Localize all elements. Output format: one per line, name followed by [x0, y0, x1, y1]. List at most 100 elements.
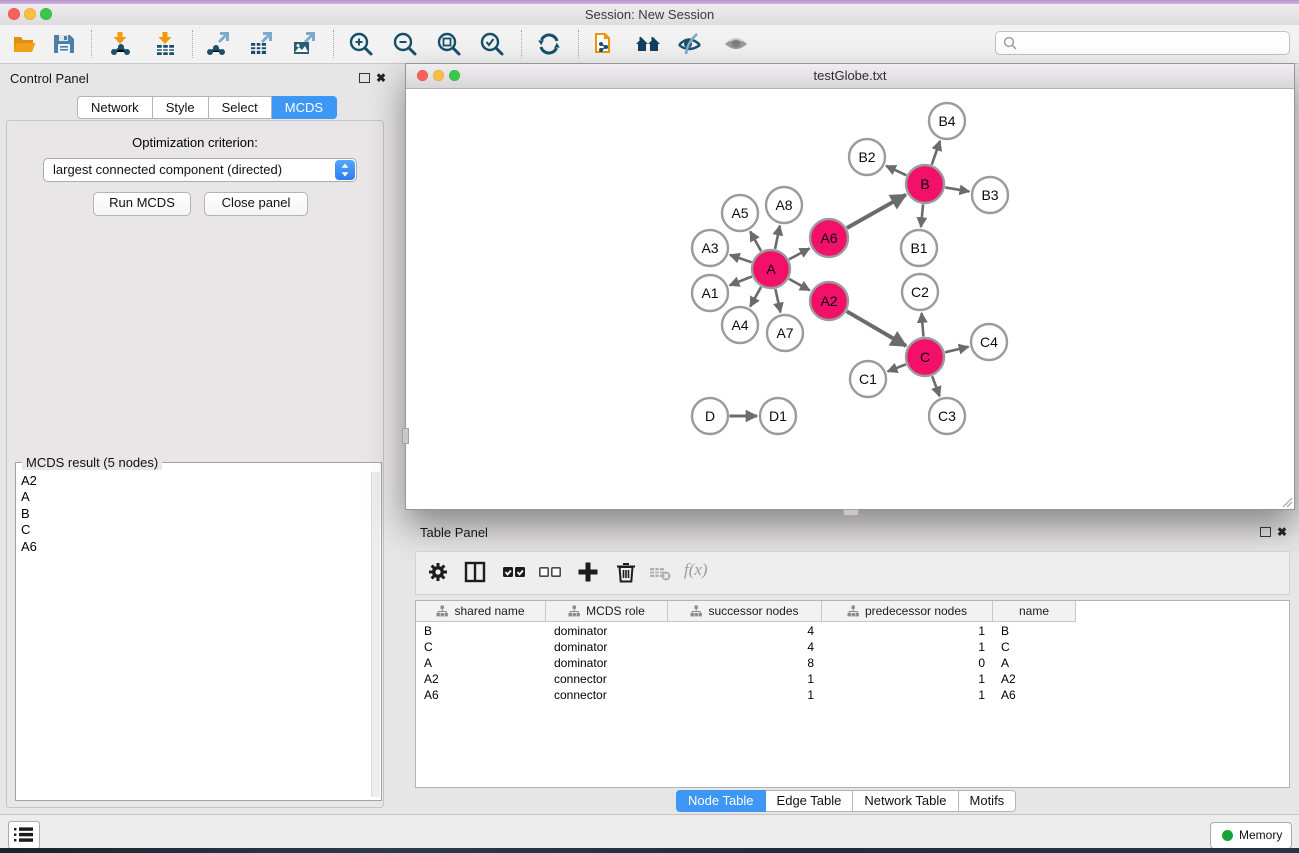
export-table-icon[interactable]	[248, 31, 274, 57]
cell-successor-nodes[interactable]: 4	[668, 623, 822, 639]
edge-A-A5[interactable]	[750, 231, 761, 251]
edge-B-B1[interactable]	[921, 204, 923, 227]
cell-mcds-role[interactable]: connector	[546, 687, 668, 703]
mcds-result-item[interactable]: A	[21, 489, 37, 505]
show-columns-icon[interactable]	[463, 560, 487, 584]
cell-successor-nodes[interactable]: 8	[668, 655, 822, 671]
node-A6[interactable]: A6	[810, 219, 848, 257]
tab-network[interactable]: Network	[77, 96, 153, 119]
cell-shared-name[interactable]: A6	[416, 687, 546, 703]
column-header-name[interactable]: name	[993, 601, 1076, 622]
result-scrollbar[interactable]	[371, 472, 380, 797]
cell-mcds-role[interactable]: connector	[546, 671, 668, 687]
table-row-A2[interactable]: A2connector11A2	[416, 671, 1076, 687]
node-C[interactable]: C	[906, 338, 944, 376]
edge-A-A7[interactable]	[775, 289, 780, 312]
node-B[interactable]: B	[906, 165, 944, 203]
tab-network-table[interactable]: Network Table	[853, 790, 958, 812]
float-panel-icon[interactable]	[1260, 527, 1271, 537]
save-session-icon[interactable]	[51, 31, 77, 57]
refresh-icon[interactable]	[536, 31, 562, 57]
horizontal-splitter-handle[interactable]	[843, 509, 859, 516]
table-row-A6[interactable]: A6connector11A6	[416, 687, 1076, 703]
export-image-icon[interactable]	[291, 31, 317, 57]
cell-name[interactable]: C	[993, 639, 1076, 655]
cell-name[interactable]: A6	[993, 687, 1076, 703]
delete-row-icon[interactable]	[614, 560, 638, 584]
node-A2[interactable]: A2	[810, 282, 848, 320]
edge-A-A1[interactable]	[730, 277, 752, 286]
import-network-icon[interactable]	[107, 31, 133, 57]
table-row-A[interactable]: Adominator80A	[416, 655, 1076, 671]
tab-style[interactable]: Style	[153, 96, 209, 119]
edge-A2-C[interactable]	[847, 311, 906, 346]
node-C2[interactable]: C2	[902, 274, 938, 310]
node-C3[interactable]: C3	[929, 398, 965, 434]
edge-C-C3[interactable]	[932, 376, 940, 396]
column-header-predecessor-nodes[interactable]: predecessor nodes	[822, 601, 993, 622]
node-B2[interactable]: B2	[849, 139, 885, 175]
mcds-result-item[interactable]: C	[21, 522, 37, 538]
home-first-neighbors-icon[interactable]	[635, 31, 661, 57]
export-network-icon[interactable]	[205, 31, 231, 57]
function-builder-icon[interactable]: f(x)	[684, 560, 708, 580]
node-D[interactable]: D	[692, 398, 728, 434]
mcds-result-item[interactable]: A2	[21, 473, 37, 489]
cell-name[interactable]: B	[993, 623, 1076, 639]
cell-shared-name[interactable]: A	[416, 655, 546, 671]
cell-predecessor-nodes[interactable]: 1	[822, 671, 993, 687]
edge-C-C4[interactable]	[945, 347, 969, 353]
node-A3[interactable]: A3	[692, 230, 728, 266]
cell-name[interactable]: A2	[993, 671, 1076, 687]
node-A8[interactable]: A8	[766, 187, 802, 223]
add-row-icon[interactable]	[576, 560, 600, 584]
node-B1[interactable]: B1	[901, 230, 937, 266]
edge-B-B4[interactable]	[932, 141, 940, 165]
zoom-out-icon[interactable]	[392, 31, 418, 57]
cell-mcds-role[interactable]: dominator	[546, 655, 668, 671]
cell-predecessor-nodes[interactable]: 1	[822, 639, 993, 655]
edge-B-B3[interactable]	[945, 187, 969, 191]
edge-C-C1[interactable]	[888, 364, 906, 371]
unselect-all-columns-icon[interactable]	[538, 560, 562, 584]
memory-button[interactable]: Memory	[1210, 822, 1292, 849]
cell-successor-nodes[interactable]: 1	[668, 687, 822, 703]
select-all-columns-icon[interactable]	[502, 560, 526, 584]
node-A4[interactable]: A4	[722, 307, 758, 343]
cell-shared-name[interactable]: C	[416, 639, 546, 655]
node-D1[interactable]: D1	[760, 398, 796, 434]
zoom-selected-icon[interactable]	[479, 31, 505, 57]
edge-A-A6[interactable]	[789, 248, 810, 259]
cell-predecessor-nodes[interactable]: 1	[822, 687, 993, 703]
tab-node-table[interactable]: Node Table	[676, 790, 766, 812]
tab-mcds[interactable]: MCDS	[272, 96, 337, 119]
tab-edge-table[interactable]: Edge Table	[766, 790, 854, 812]
close-panel-button[interactable]: Close panel	[204, 192, 308, 216]
column-header-mcds-role[interactable]: MCDS role	[546, 601, 668, 622]
node-C4[interactable]: C4	[971, 324, 1007, 360]
edge-A-A4[interactable]	[750, 287, 761, 307]
table-row-C[interactable]: Cdominator41C	[416, 639, 1076, 655]
table-row-B[interactable]: Bdominator41B	[416, 623, 1076, 639]
cell-predecessor-nodes[interactable]: 1	[822, 623, 993, 639]
copy-network-icon[interactable]	[592, 31, 618, 57]
node-B4[interactable]: B4	[929, 103, 965, 139]
cell-mcds-role[interactable]: dominator	[546, 639, 668, 655]
cell-successor-nodes[interactable]: 4	[668, 639, 822, 655]
node-A5[interactable]: A5	[722, 195, 758, 231]
edge-A-A2[interactable]	[789, 279, 810, 290]
close-panel-icon[interactable]: ✖	[1277, 527, 1287, 537]
node-A1[interactable]: A1	[692, 275, 728, 311]
hide-graphics-details-icon[interactable]	[677, 31, 703, 57]
edge-A-A8[interactable]	[775, 226, 780, 249]
vertical-splitter-handle[interactable]	[402, 428, 409, 444]
zoom-fit-icon[interactable]	[436, 31, 462, 57]
column-header-successor-nodes[interactable]: successor nodes	[668, 601, 822, 622]
import-table-icon[interactable]	[152, 31, 178, 57]
cell-name[interactable]: A	[993, 655, 1076, 671]
edge-A-A3[interactable]	[730, 255, 752, 262]
window-resize-grip[interactable]	[1281, 496, 1293, 508]
close-panel-icon[interactable]: ✖	[376, 73, 386, 83]
search-input[interactable]	[1022, 33, 1281, 53]
column-header-shared-name[interactable]: shared name	[416, 601, 546, 622]
